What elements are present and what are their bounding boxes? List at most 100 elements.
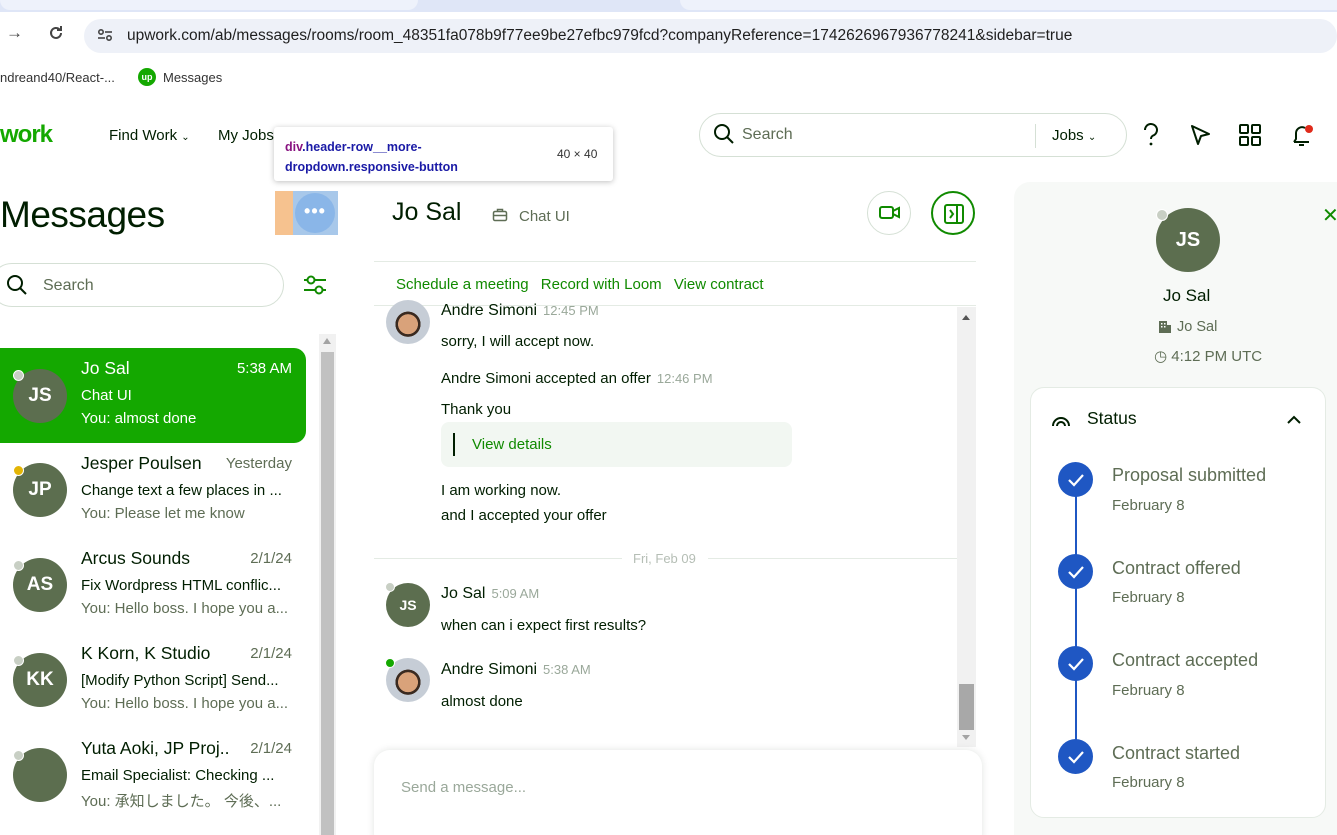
- conversation-time: 2/1/24: [250, 550, 292, 567]
- nav-find-work[interactable]: Find Work ⌄: [109, 127, 190, 144]
- chevron-down-icon: ⌄: [181, 132, 190, 143]
- more-dropdown-button[interactable]: •••: [295, 193, 335, 233]
- timeline-step-date: February 8: [1112, 774, 1185, 791]
- filter-icon[interactable]: [302, 272, 328, 298]
- conversation-last-message: You: Please let me know: [81, 505, 245, 522]
- presence-dot: [13, 655, 24, 666]
- conversation-list-scrollbar[interactable]: [319, 334, 336, 835]
- conversation-item-jo-sal[interactable]: JS Jo Sal 5:38 AM Chat UI You: almost do…: [0, 348, 306, 443]
- message-time: 12:45 PM: [543, 303, 599, 318]
- message-text: Thank you: [441, 401, 512, 418]
- scrollbar-thumb[interactable]: [959, 684, 974, 730]
- presence-dot: [1156, 209, 1168, 221]
- offer-details-card: View details: [441, 422, 792, 467]
- card-accent-bar: [453, 433, 455, 456]
- presence-dot: [13, 370, 24, 381]
- presence-dot: [385, 582, 395, 592]
- conversation-name: Arcus Sounds: [81, 548, 190, 568]
- apps-grid-icon[interactable]: [1238, 122, 1262, 148]
- search-input[interactable]: Search: [43, 277, 94, 295]
- schedule-meeting-link[interactable]: Schedule a meeting: [396, 276, 529, 293]
- presence-dot: [13, 750, 24, 761]
- view-contract-link[interactable]: View contract: [674, 276, 764, 293]
- message-text: when can i expect first results?: [441, 617, 647, 634]
- briefcase-icon: [492, 208, 508, 222]
- message-text: sorry, I will accept now.: [441, 333, 595, 350]
- conversation-subtitle: Email Specialist: Checking ...: [81, 767, 275, 784]
- bookmark-item[interactable]: Messages: [163, 70, 222, 85]
- search-scope-dropdown[interactable]: Jobs ⌄: [1052, 127, 1096, 144]
- message-input[interactable]: Send a message...: [401, 779, 526, 796]
- conversation-item[interactable]: KK K Korn, K Studio 2/1/24 [Modify Pytho…: [0, 633, 306, 727]
- help-icon[interactable]: [1140, 122, 1162, 148]
- scroll-up-arrow-icon[interactable]: [323, 338, 331, 344]
- record-loom-link[interactable]: Record with Loom: [541, 276, 662, 293]
- forward-arrow-icon[interactable]: →: [6, 23, 23, 43]
- building-icon: [1159, 321, 1171, 333]
- timeline-step-label: Contract offered: [1112, 558, 1241, 578]
- conversation-search[interactable]: Search: [0, 263, 284, 307]
- conversation-name: Jo Sal: [81, 358, 130, 378]
- message-text: and I accepted your offer: [441, 507, 607, 524]
- search-icon: [7, 275, 27, 295]
- nav-my-jobs[interactable]: My Jobs: [218, 127, 274, 144]
- reload-icon[interactable]: [47, 24, 65, 42]
- close-icon[interactable]: ✕: [1322, 203, 1337, 228]
- video-call-button[interactable]: [867, 191, 911, 235]
- chevron-up-icon[interactable]: [1284, 410, 1304, 430]
- browser-tab[interactable]: [0, 0, 418, 10]
- tooltip-selector: div.header-row__more-dropdown.responsive…: [285, 140, 458, 174]
- day-divider-line: [708, 558, 957, 559]
- profile-name: Jo Sal: [1163, 286, 1211, 305]
- browser-tabstrip: [0, 0, 1337, 12]
- chevron-down-icon: ⌄: [1087, 132, 1097, 143]
- scroll-down-arrow-icon[interactable]: [962, 735, 970, 740]
- chat-context[interactable]: Chat UI: [519, 208, 570, 225]
- search-input[interactable]: Search: [742, 126, 793, 144]
- check-circle-icon: [1058, 554, 1093, 589]
- notifications-bell-icon[interactable]: [1288, 122, 1316, 150]
- message-sender: Jo Sal 5:09 AM: [441, 585, 540, 602]
- chat-title: Jo Sal: [392, 198, 462, 226]
- browser-tab-active[interactable]: [680, 0, 1337, 10]
- conversation-time: Yesterday: [225, 455, 292, 472]
- view-details-link[interactable]: View details: [472, 436, 552, 453]
- conversation-name: K Korn, K Studio: [81, 643, 211, 663]
- ellipsis-icon: •••: [304, 201, 326, 221]
- url-text: upwork.com/ab/messages/rooms/room_48351f…: [127, 27, 1073, 44]
- upwork-favicon-icon: up: [138, 68, 156, 86]
- presence-dot: [13, 560, 24, 571]
- header-search[interactable]: Search Jobs ⌄: [699, 113, 1127, 157]
- conversation-time: 2/1/24: [250, 740, 292, 757]
- status-title: Status: [1087, 408, 1137, 428]
- chat-actions: Schedule a meeting Record with Loom View…: [396, 276, 772, 293]
- message-text: almost done: [441, 693, 523, 710]
- scrollbar-thumb[interactable]: [321, 352, 334, 835]
- scroll-up-arrow-icon[interactable]: [962, 315, 970, 320]
- timeline-step-label: Contract started: [1112, 743, 1241, 763]
- conversation-subtitle: Chat UI: [81, 387, 132, 404]
- message-composer[interactable]: Send a message...: [374, 750, 982, 835]
- upwork-logo[interactable]: work: [0, 121, 53, 149]
- message-text: I am working now.: [441, 482, 562, 499]
- check-circle-icon: [1058, 462, 1093, 497]
- site-settings-icon[interactable]: [96, 26, 114, 44]
- toggle-sidebar-button[interactable]: [931, 191, 975, 235]
- presence-dot: [13, 465, 24, 476]
- bookmark-item[interactable]: ndreand40/React-...: [0, 70, 115, 85]
- divider: [374, 261, 976, 262]
- clock-icon: ◷: [1154, 348, 1168, 365]
- conversation-item[interactable]: AS Arcus Sounds 2/1/24 Fix Wordpress HTM…: [0, 538, 306, 632]
- conversation-name: Yuta Aoki, JP Proj...: [81, 738, 231, 758]
- chat-scrollbar[interactable]: [957, 307, 976, 747]
- panel-collapse-icon: [944, 204, 964, 224]
- conversation-item[interactable]: JP Jesper Poulsen Yesterday Change text …: [0, 443, 306, 537]
- message-time: 5:09 AM: [491, 586, 540, 601]
- conversation-last-message: You: almost done: [81, 410, 197, 427]
- profile-company: Jo Sal: [1177, 319, 1218, 335]
- conversation-item[interactable]: Yuta Aoki, JP Proj... 2/1/24 Email Speci…: [0, 728, 306, 822]
- check-circle-icon: [1058, 739, 1093, 774]
- conversation-last-message: You: Hello boss. I hope you a...: [81, 695, 289, 712]
- direct-contracts-icon[interactable]: [1189, 122, 1213, 148]
- conversation-subtitle: [Modify Python Script] Send...: [81, 672, 279, 689]
